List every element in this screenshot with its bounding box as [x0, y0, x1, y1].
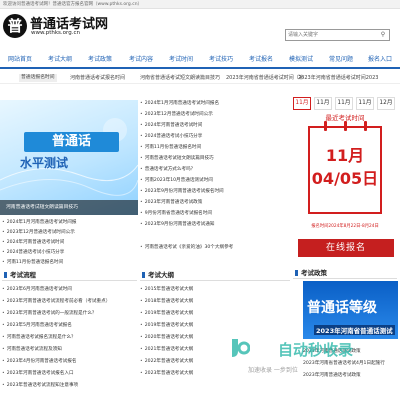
list-item[interactable]: 2024年河南普通话考试时间	[2, 239, 65, 245]
watermark-logo-icon	[232, 339, 250, 357]
list-item[interactable]: 2019年普通话考试大纲	[140, 310, 193, 316]
list-item[interactable]: 2023年12月普通话考试时间公示	[2, 229, 75, 235]
list-item[interactable]: 2023年5月河南普通话考试报名	[2, 322, 72, 328]
section-header-policy: 考试政策	[293, 267, 397, 279]
date-tabs: 11月 11月 11月 11月 12月	[293, 97, 397, 111]
section-header-flow: 考试流程	[2, 269, 137, 281]
list-item[interactable]: 2023年河南普通话考试流程考前必看（考试重点）	[2, 298, 111, 304]
ticker-item[interactable]: 2023年河南省普通话考试时间（补	[226, 74, 304, 82]
date-tab[interactable]: 12月	[377, 97, 395, 110]
policy-image-caption: 2023年河南省普通话测试	[314, 325, 395, 335]
section-marker	[295, 270, 298, 276]
list-item[interactable]: 2023年河南省普通话考试4月1日起施行	[303, 360, 385, 366]
list-item[interactable]: 河南11月份普通话报名时间	[140, 144, 201, 150]
search-icon[interactable]: ⚲	[378, 31, 388, 39]
watermark-subtext: 加速收录 一步到位	[248, 367, 298, 374]
list-item[interactable]: 2023年9月份河南普通话考试报名时间	[140, 188, 224, 194]
list-item[interactable]: 2023年河南普通话考试的一般流程是什么？	[2, 310, 97, 316]
policy-feature-image[interactable]: 普通话等级 2023年河南省普通话测试	[303, 281, 398, 339]
ticker-label: 普通话报名时间	[19, 74, 57, 82]
policy-image-title: 普通话等级	[307, 300, 377, 316]
calendar-card: 11月04/05日	[308, 121, 382, 214]
welcome-text: 欢迎访问普通话考试网！普通话官方报名官网（www.pthks.org.cn）	[3, 2, 143, 7]
nav-content[interactable]: 考试内容	[124, 52, 158, 67]
list-item[interactable]: 2024普通话考试小技巧分享	[2, 249, 65, 255]
list-item[interactable]: 2024年河南普通话考试时间	[140, 122, 203, 128]
list-item[interactable]: 河南普通话考试短文朗读篇目技巧	[140, 155, 214, 161]
ticker-item[interactable]: 河南普通话考试报名时间	[70, 74, 125, 82]
list-item[interactable]: 2023年河南普通话考试政策	[140, 199, 203, 205]
nav-mock-test[interactable]: 模拟测试	[284, 52, 318, 67]
list-item[interactable]: 河南普通话考试《亲爱的油》30个大纲参考	[140, 244, 234, 250]
list-item[interactable]: 2023年6月河南普通话考试时间	[2, 286, 72, 292]
nav-signup[interactable]: 考试报名	[244, 52, 278, 67]
list-item[interactable]: 2023年4月份河南普通话考试报名	[2, 358, 77, 364]
signup-period-note: 报名时间2024年8月22日-8月24日	[311, 224, 379, 229]
section-marker	[4, 272, 7, 278]
list-item[interactable]: 河南2023年10月普通话测试时间	[140, 177, 213, 183]
nav-policy[interactable]: 考试政策	[83, 52, 117, 67]
nav-home[interactable]: 网站首页	[3, 52, 37, 67]
list-item[interactable]: 2024普通话考试小技巧分享	[140, 133, 203, 139]
list-item[interactable]: 2023年普通话考试大纲	[140, 370, 193, 376]
news-ticker: 普通话报名时间 河南普通话考试报名时间 河南省普通话考试短文朗读篇目技巧 202…	[0, 72, 400, 84]
nav-time[interactable]: 考试时间	[164, 52, 198, 67]
search-box: ⚲	[285, 29, 390, 41]
date-tab[interactable]: 11月	[335, 97, 353, 110]
list-item[interactable]: 9月份河南省普通话考试报名时间	[140, 210, 212, 216]
calendar-rings-icon	[324, 121, 367, 131]
nav-signup-entry[interactable]: 报名入口	[363, 52, 397, 67]
list-item[interactable]: 2021年普通话考试大纲	[140, 346, 193, 352]
section-header-syllabus: 考试大纲	[140, 269, 290, 281]
site-url: www.pthks.org.cn	[31, 30, 80, 36]
list-item[interactable]: 2023年9月份河南普通话考试通知	[140, 221, 215, 227]
list-item[interactable]: 河南普通话考试报名流程是什么？	[2, 334, 76, 340]
section-title[interactable]: 考试流程	[10, 269, 36, 281]
main-nav: 网站首页 考试大纲 考试政策 考试内容 考试时间 考试技巧 考试报名 模拟测试 …	[0, 52, 400, 69]
section-marker	[142, 272, 145, 278]
online-signup-button[interactable]: 在线报名	[298, 239, 394, 257]
list-item[interactable]: 2023年普通话考试流程知注意事项	[2, 382, 78, 388]
section-title[interactable]: 考试大纲	[148, 269, 174, 281]
banner-title: 普通话	[24, 132, 119, 152]
watermark-text: 自动秒收录	[278, 341, 354, 359]
date-tab[interactable]: 11月	[293, 97, 311, 110]
date-tab[interactable]: 11月	[314, 97, 332, 110]
top-bar: 欢迎访问普通话考试网！普通话官方报名官网（www.pthks.org.cn）	[0, 0, 400, 9]
banner-caption[interactable]: 河南普通话考试短文朗读篇目技巧	[0, 200, 138, 215]
search-input[interactable]	[288, 31, 368, 39]
list-item[interactable]: 2024年1月河南普通话考试时间报	[2, 219, 77, 225]
list-item[interactable]: 2019年普通话考试大纲	[140, 322, 193, 328]
list-item[interactable]: 河南11月份普通话报名时间	[2, 259, 63, 265]
site-logo-icon[interactable]: 普	[3, 14, 27, 38]
list-item[interactable]: 河南普通话考试流程及须知	[2, 346, 62, 352]
nav-tips[interactable]: 考试技巧	[204, 52, 238, 67]
list-item[interactable]: 2022年普通话考试大纲	[140, 358, 193, 364]
list-item[interactable]: 2024年1月河南普通话考试时间报名	[140, 100, 219, 106]
list-item[interactable]: 2015年普通话考试大纲	[140, 286, 193, 292]
list-item[interactable]: 2020年普通话考试大纲	[140, 334, 193, 340]
section-title[interactable]: 考试政策	[301, 267, 327, 279]
banner-subtitle: 水平测试	[20, 156, 69, 170]
list-item[interactable]: 2018年普通话考试大纲	[140, 298, 193, 304]
nav-faq[interactable]: 常见问题	[324, 52, 358, 67]
list-item[interactable]: 2023年河南普通话考试报名入口	[2, 370, 74, 376]
ticker-item[interactable]: 河南省普通话考试短文朗读篇目技巧	[140, 74, 220, 82]
list-item[interactable]: 2023年河南普通话考试政策	[303, 372, 361, 378]
list-item[interactable]: 2023年12月普通话考试时间公示	[140, 111, 213, 117]
nav-syllabus[interactable]: 考试大纲	[43, 52, 77, 67]
ticker-item[interactable]: 2023年河南省普通话考试时间2023	[298, 74, 378, 82]
list-item[interactable]: 普通话考试方式么考吗？	[140, 166, 196, 172]
exam-date: 11月04/05日	[311, 146, 379, 188]
date-tab[interactable]: 11月	[356, 97, 374, 110]
